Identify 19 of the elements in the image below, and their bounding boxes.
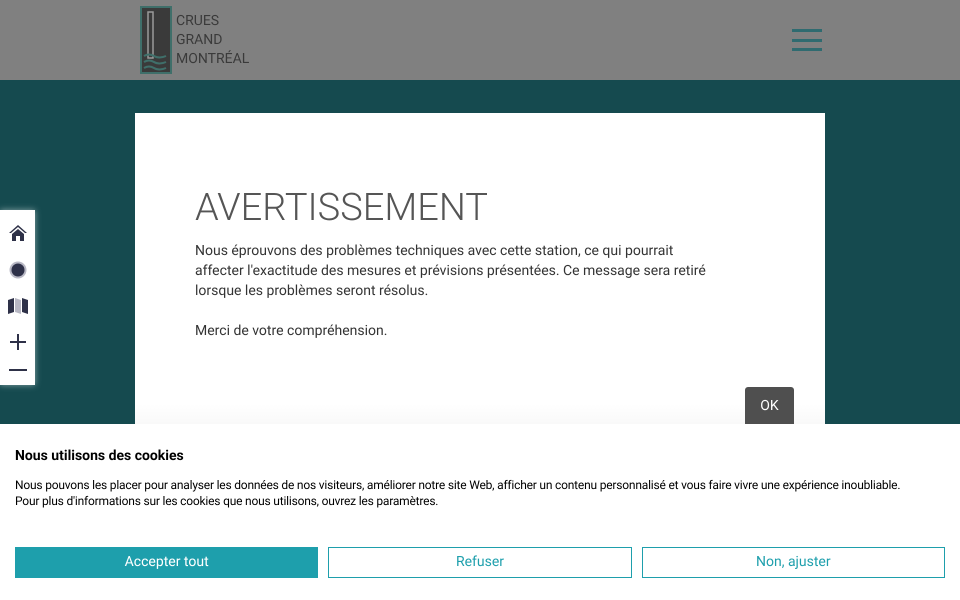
cookie-text: Nous pouvons les placer pour analyser les données de nos visiteurs, améliorer notre site Web, afficher un contenu personnalisé et vous faire vivre une expérience inoubliable.: [15, 477, 902, 493]
logo-text: MONTRÉAL: [176, 50, 250, 68]
cookie-button[interactable]: Accepter tout: [15, 547, 318, 578]
logo-icon: [140, 6, 172, 74]
cookie-button[interactable]: Non, ajuster: [642, 547, 945, 578]
cookie-title: Nous utilisons des cookies: [15, 447, 185, 466]
ok-button[interactable]: OK: [745, 387, 794, 424]
plus-icon[interactable]: [10, 334, 26, 350]
logo-text: CRUES: [176, 12, 220, 30]
cookie-button[interactable]: Refuser: [328, 547, 632, 578]
logo-text: GRAND: [176, 30, 224, 50]
location-dot-icon[interactable]: [8, 261, 26, 280]
dialog-text: Merci de votre compréhension.: [195, 322, 388, 341]
cookie-text: Pour plus d'informations sur les cookies que nous utilisons, ouvrez les paramètres.: [15, 493, 440, 509]
map-icon[interactable]: [8, 298, 28, 314]
dialog-title: AVERTISSEMENT: [195, 185, 489, 231]
minus-icon[interactable]: [8, 369, 26, 372]
home-icon[interactable]: [8, 224, 28, 242]
dialog-text: Nous éprouvons des problèmes techniques avec cette station, ce qui pourrait affecter l'exactitude des mesures et prévisions présentées. Ce message sera retiré lorsque les problèmes seront résolus.: [195, 242, 707, 301]
